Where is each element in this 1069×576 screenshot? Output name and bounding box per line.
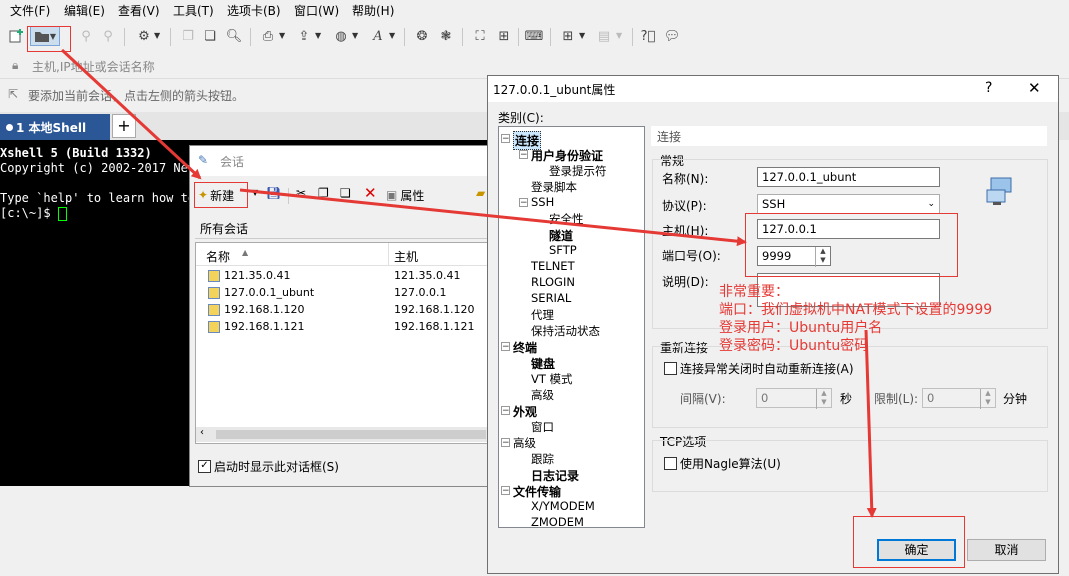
arrow-note-to-ok bbox=[864, 329, 877, 518]
annotation-arrows bbox=[60, 48, 877, 518]
arrow-new-to-host bbox=[239, 188, 747, 247]
arrow-open-to-new bbox=[60, 48, 202, 180]
